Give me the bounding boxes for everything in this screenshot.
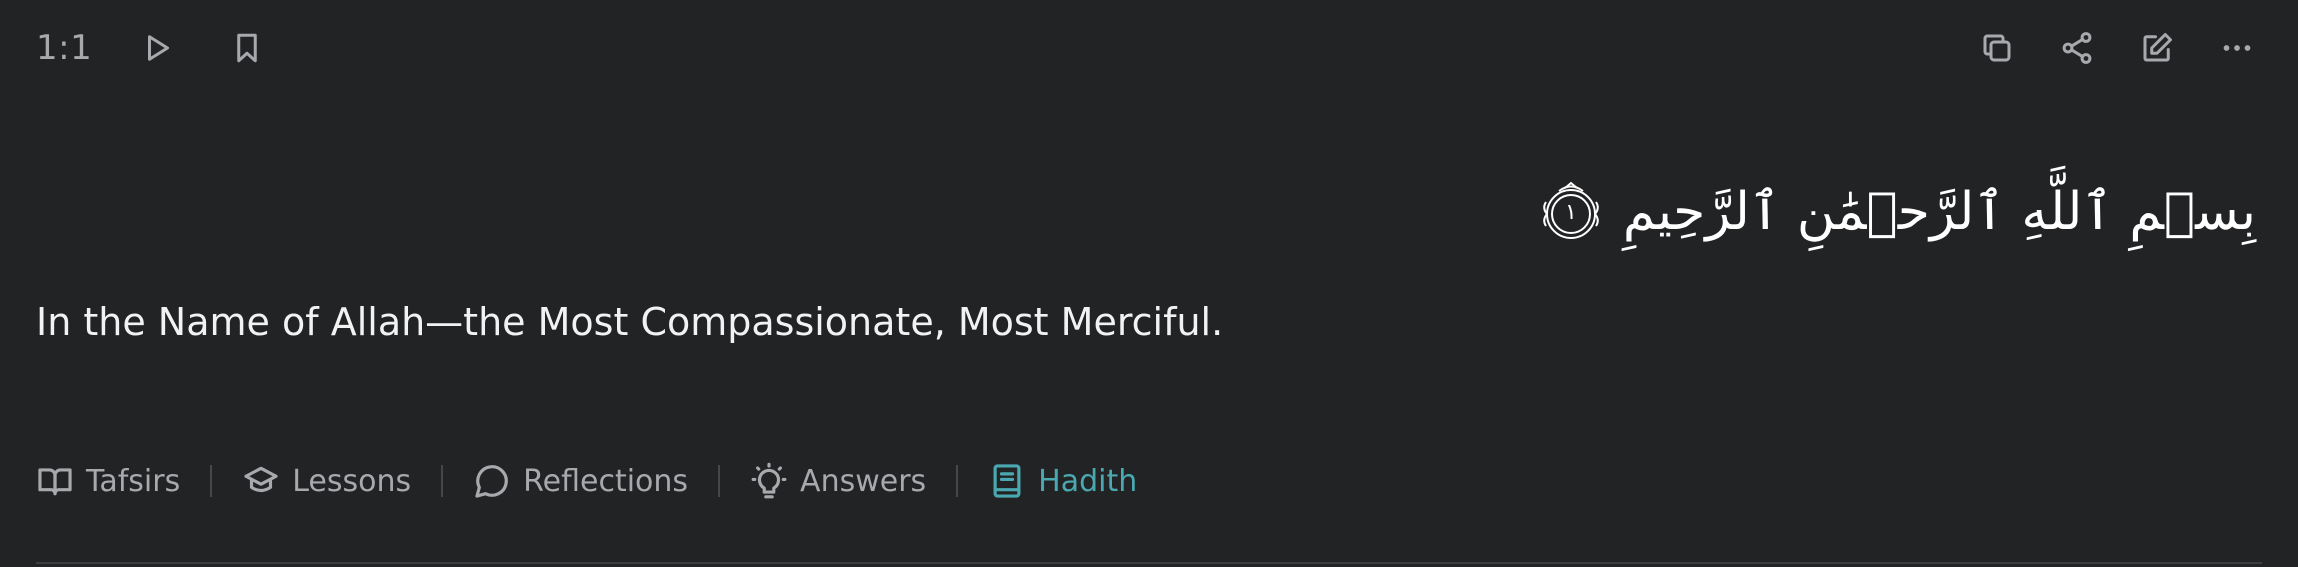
graduation-cap-icon <box>244 466 278 493</box>
copy-icon <box>1983 34 2011 62</box>
verse-toolbar-right <box>1972 22 2262 74</box>
translation-text: In the Name of Allah—the Most Compassion… <box>36 300 1224 344</box>
tab-label: Tafsirs <box>86 463 181 499</box>
tab-divider <box>210 465 213 497</box>
play-icon <box>148 35 170 61</box>
tab-answers[interactable]: Answers <box>750 462 926 500</box>
tab-label: Answers <box>800 463 927 499</box>
more-icon <box>2223 45 2251 51</box>
book-open-icon <box>38 468 72 496</box>
lightbulb-icon <box>751 462 787 499</box>
arabic-text: بِسۡمِ ٱللَّهِ ٱلرَّحۡمَٰنِ ٱلرَّحِيمِ <box>1622 182 2256 242</box>
ayah-number: ١ <box>1564 199 1577 225</box>
edit-icon <box>2143 33 2172 62</box>
share-button[interactable] <box>2052 23 2102 73</box>
tab-divider <box>718 465 721 497</box>
verse-card: 1:1 بِسۡمِ ٱللَّهِ ٱلرَّحۡمَٰنِ ٱلرَّحِي… <box>0 0 2298 567</box>
book-icon <box>993 464 1021 498</box>
tab-divider <box>441 465 444 497</box>
verse-toolbar-left: 1:1 <box>36 22 272 74</box>
bookmark-icon <box>237 33 257 63</box>
arabic-verse: بِسۡمِ ٱللَّهِ ٱلرَّحۡمَٰنِ ٱلرَّحِيمِ ١ <box>1537 178 2256 246</box>
verse-key[interactable]: 1:1 <box>36 28 92 68</box>
tab-label: Hadith <box>1038 463 1138 499</box>
share-icon <box>2062 32 2092 64</box>
verse-tabs: Tafsirs Lessons Reflections Answers Hadi… <box>36 456 1137 506</box>
tab-lessons[interactable]: Lessons <box>242 462 411 500</box>
tab-label: Lessons <box>292 463 412 499</box>
chat-bubble-icon <box>475 465 508 498</box>
copy-button[interactable] <box>1972 23 2022 73</box>
tab-label: Reflections <box>523 463 689 499</box>
play-button[interactable] <box>132 23 182 73</box>
tab-divider <box>956 465 959 497</box>
separator-line <box>36 562 2262 564</box>
tab-hadith[interactable]: Hadith <box>988 462 1137 500</box>
ayah-end-marker: ١ <box>1537 178 1605 246</box>
tab-tafsirs[interactable]: Tafsirs <box>36 462 180 500</box>
bookmark-button[interactable] <box>222 23 272 73</box>
more-options-button[interactable] <box>2212 23 2262 73</box>
tab-reflections[interactable]: Reflections <box>473 462 688 500</box>
edit-button[interactable] <box>2132 23 2182 73</box>
